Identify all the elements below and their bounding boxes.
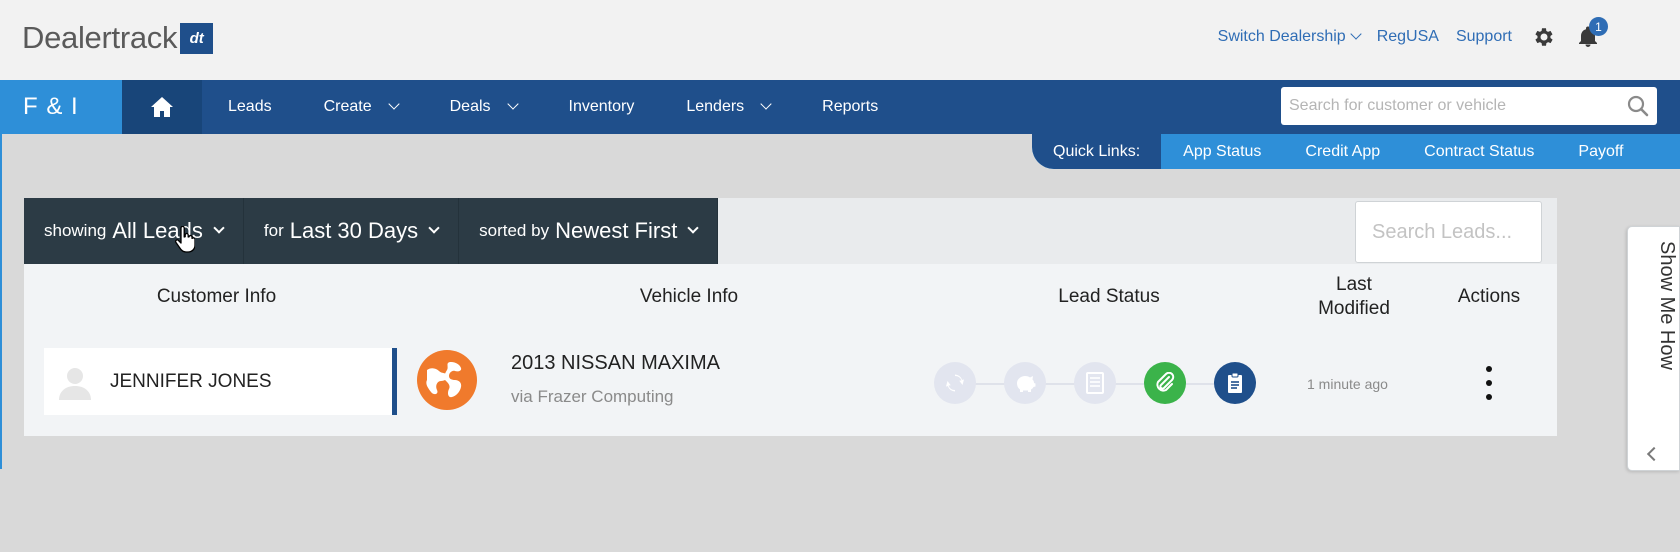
home-icon (151, 97, 173, 117)
status-step-contract[interactable] (1214, 362, 1256, 404)
last-modified-line1: Last (1336, 274, 1372, 295)
nav-create[interactable]: Create (298, 80, 424, 134)
kebab-dot (1486, 380, 1492, 386)
logo-badge: dt (180, 22, 214, 54)
quick-links-bar: Quick Links: App Status Credit App Contr… (1032, 134, 1680, 169)
sort-filter[interactable]: sorted by Newest First (459, 198, 719, 264)
refresh-icon (946, 374, 964, 392)
vehicle-source: via Frazer Computing (511, 387, 674, 406)
support-link[interactable]: Support (1456, 28, 1512, 46)
column-actions: Actions (1457, 286, 1521, 307)
quick-link-credit-app[interactable]: Credit App (1283, 143, 1402, 161)
nav-lenders[interactable]: Lenders (660, 80, 796, 134)
customer-name: JENNIFER JONES (110, 370, 272, 392)
notification-bell[interactable]: 1 (1576, 17, 1608, 49)
paperclip-icon (1156, 372, 1175, 392)
nav-leads[interactable]: Leads (202, 80, 298, 134)
customer-card[interactable]: JENNIFER JONES (44, 348, 397, 415)
globe-icon (417, 350, 477, 410)
chevron-down-icon (213, 222, 225, 234)
sort-value: Newest First (555, 218, 678, 243)
filter-bar: showing All Leads for Last 30 Days sorte… (24, 198, 1557, 264)
period-filter[interactable]: for Last 30 Days (244, 198, 460, 264)
quick-link-contract-status[interactable]: Contract Status (1402, 143, 1556, 161)
period-value: Last 30 Days (289, 218, 419, 243)
fi-brand[interactable]: F & I (0, 80, 122, 134)
notification-badge: 1 (1589, 17, 1608, 36)
show-me-how-tab[interactable]: Show Me How (1627, 226, 1680, 471)
sort-prefix: sorted by (479, 221, 550, 240)
last-modified-line2: Modified (1318, 298, 1390, 319)
column-lead-status: Lead Status (1058, 286, 1160, 307)
piggy-bank-icon (1017, 376, 1036, 392)
table-row[interactable]: JENNIFER JONES 2013 NISSAN MAXIMA via Fr… (24, 330, 1557, 436)
show-me-how-label: Show Me How (1656, 241, 1678, 370)
nav-deals[interactable]: Deals (424, 80, 543, 134)
chevron-down-icon (387, 98, 400, 110)
clipboard-icon (1228, 372, 1242, 393)
nav-create-label: Create (323, 98, 372, 115)
chevron-down-icon (687, 222, 699, 234)
search-leads-input[interactable] (1355, 201, 1542, 263)
vehicle-name[interactable]: 2013 NISSAN MAXIMA (511, 352, 720, 375)
showing-prefix: showing (44, 221, 107, 240)
logo-text: Dealertrack (22, 20, 178, 55)
home-button[interactable] (122, 80, 202, 134)
gear-icon[interactable] (1532, 25, 1556, 49)
switch-dealership-label: Switch Dealership (1217, 28, 1346, 45)
column-last-modified: Last Modified (1294, 264, 1414, 330)
column-customer-info: Customer Info (156, 286, 277, 307)
top-header: Dealertrack dt Switch Dealership RegUSA … (0, 0, 1680, 80)
row-actions-menu[interactable] (1484, 366, 1494, 400)
kebab-dot (1486, 394, 1492, 400)
document-icon (1086, 372, 1104, 394)
chevron-down-icon (506, 98, 519, 110)
period-prefix: for (263, 221, 284, 240)
person-icon (59, 367, 91, 400)
global-search (1281, 87, 1657, 125)
status-step-document[interactable] (1074, 362, 1116, 404)
search-icon[interactable] (1627, 95, 1649, 117)
kebab-dot (1486, 366, 1492, 372)
dealertrack-logo[interactable]: Dealertrack dt (22, 20, 214, 56)
column-vehicle-info: Vehicle Info (639, 286, 739, 307)
main-nav: F & I Leads Create Deals Inventory Lende… (0, 80, 1680, 134)
top-links: Switch Dealership RegUSA Support 1 (1201, 17, 1680, 54)
hand-cursor-icon (175, 226, 195, 253)
chevron-down-icon (760, 98, 772, 110)
quick-link-payoff[interactable]: Payoff (1556, 143, 1645, 161)
nav-inventory[interactable]: Inventory (543, 80, 661, 134)
chevron-left-icon (1646, 446, 1662, 462)
leads-panel: showing All Leads for Last 30 Days sorte… (24, 198, 1557, 436)
status-step-attached[interactable] (1144, 362, 1186, 404)
nav-lenders-label: Lenders (686, 98, 745, 115)
nav-deals-label: Deals (449, 98, 491, 115)
left-accent-line (0, 134, 2, 469)
status-step-finance[interactable] (1004, 362, 1046, 404)
quick-link-app-status[interactable]: App Status (1161, 143, 1283, 161)
chevron-down-icon (428, 222, 440, 234)
status-step-refresh[interactable] (934, 362, 976, 404)
last-modified-value: 1 minute ago (1307, 376, 1388, 392)
quick-links-label: Quick Links: (1032, 134, 1162, 169)
global-search-input[interactable] (1289, 97, 1627, 115)
switch-dealership-link[interactable]: Switch Dealership (1217, 28, 1362, 46)
regusa-link[interactable]: RegUSA (1377, 28, 1439, 46)
chevron-down-icon (1350, 28, 1362, 40)
showing-filter[interactable]: showing All Leads (24, 198, 244, 264)
nav-reports[interactable]: Reports (796, 80, 904, 134)
